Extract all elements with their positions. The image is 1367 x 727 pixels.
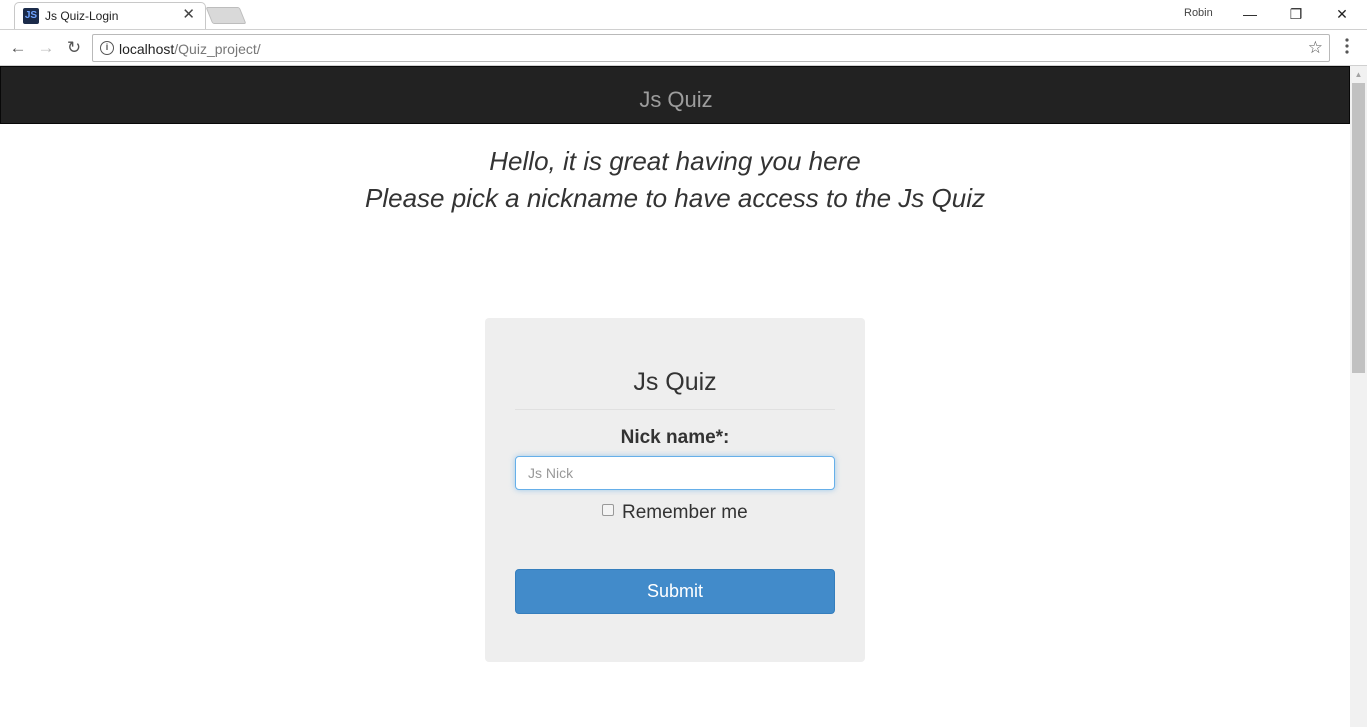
address-bar[interactable]: i localhost/Quiz_project/ ☆ [92,34,1330,62]
tab-close-icon[interactable]: ✕ [182,7,195,23]
forward-arrow-icon[interactable]: → [35,37,57,59]
browser-tab[interactable]: JS Js Quiz-Login ✕ [14,2,206,29]
url-path: /Quiz_project/ [174,41,261,57]
scroll-up-arrow-icon[interactable]: ▲ [1350,66,1367,83]
navbar-brand[interactable]: Js Quiz [1,87,1351,113]
tab-title: Js Quiz-Login [45,9,119,23]
greeting-line-2: Please pick a nickname to have access to… [365,183,985,213]
info-icon[interactable]: i [100,41,114,55]
scrollbar-thumb[interactable] [1352,83,1365,373]
back-arrow-icon[interactable]: ← [7,37,29,59]
browser-toolbar: ← → ↻ i localhost/Quiz_project/ ☆ [0,29,1367,66]
browser-titlebar: JS Js Quiz-Login ✕ Robin — ❐ ✕ [0,0,1367,29]
greeting-line-1: Hello, it is great having you here [489,146,861,176]
remember-me-checkbox[interactable] [602,504,614,516]
url-host: localhost [119,41,175,57]
bookmark-star-icon[interactable]: ☆ [1308,38,1323,58]
nick-name-input[interactable] [515,456,835,490]
new-tab-button[interactable] [205,7,247,24]
nick-name-label: Nick name*: [620,427,730,448]
submit-button[interactable]: Submit [515,569,835,614]
url-text[interactable]: localhost/Quiz_project/ [119,41,261,57]
profile-name[interactable]: Robin [1184,7,1213,19]
maximize-icon[interactable]: ❐ [1273,3,1319,25]
login-card-title: Js Quiz [515,368,835,410]
minimize-icon[interactable]: — [1227,3,1273,25]
js-favicon-icon: JS [23,8,39,24]
vertical-scrollbar[interactable]: ▲ [1350,66,1367,727]
window-close-icon[interactable]: ✕ [1319,3,1365,25]
kebab-icon [1345,38,1349,54]
browser-menu-icon[interactable] [1342,38,1352,54]
navbar: Js Quiz [0,66,1350,124]
login-card: Js Quiz Nick name*: Remember me Submit [485,318,865,662]
page-viewport: Js Quiz Hello, it is great having you he… [0,66,1350,727]
reload-icon[interactable]: ↻ [63,37,85,59]
remember-me-label[interactable]: Remember me [622,502,748,524]
